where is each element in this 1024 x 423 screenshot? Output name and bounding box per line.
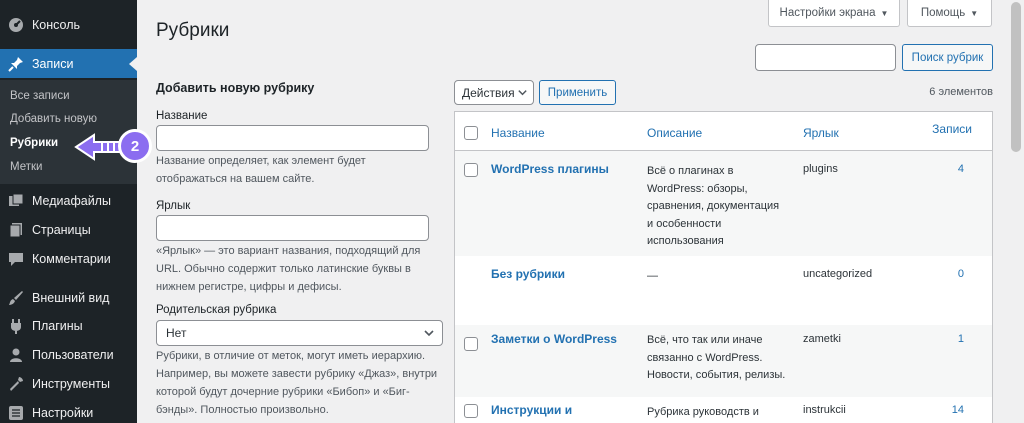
category-slug: instrukcii — [803, 404, 846, 416]
dashboard-icon — [8, 17, 24, 33]
annotation-step-badge: 2 — [118, 129, 152, 163]
column-header-count[interactable]: Записи — [932, 122, 972, 136]
category-count-link[interactable]: 14 — [952, 404, 964, 416]
slug-input[interactable] — [156, 215, 429, 241]
caret-down-icon: ▼ — [970, 8, 979, 18]
table-row: Заметки о WordPress Всё, что так или ина… — [455, 325, 992, 397]
menu-item-label: Внешний вид — [32, 290, 110, 305]
name-description: Название определяет, как элемент будет о… — [156, 155, 366, 185]
bulk-actions-value: Действия — [462, 85, 515, 100]
category-slug: uncategorized — [803, 268, 873, 280]
submenu-categories[interactable]: Рубрики — [10, 137, 58, 149]
menu-item-label: Записи — [32, 56, 74, 71]
brush-icon — [8, 290, 24, 306]
plugin-icon — [8, 318, 24, 334]
row-checkbox[interactable] — [464, 337, 478, 351]
bulk-actions-select[interactable]: Действия — [454, 80, 534, 105]
categories-table: Название Описание Ярлык Записи WordPress… — [454, 111, 993, 423]
menu-item-posts[interactable]: Записи — [0, 49, 137, 78]
caret-down-icon: ▼ — [880, 8, 889, 18]
category-description: Всё о плагинах в WordPress: обзоры, срав… — [647, 165, 780, 247]
items-count: 6 элементов — [929, 86, 993, 98]
page-title: Рубрики — [156, 20, 230, 41]
menu-item-plugins[interactable]: Плагины — [0, 311, 137, 340]
apply-button[interactable]: Применить — [539, 80, 616, 105]
menu-item-settings[interactable]: Настройки — [0, 398, 137, 423]
submenu-tags[interactable]: Метки — [10, 161, 42, 173]
admin-sidebar: Консоль Записи Все записи Добавить новую… — [0, 0, 137, 423]
menu-item-console[interactable]: Консоль — [0, 10, 137, 39]
category-name-link[interactable]: Инструкции и — [491, 403, 572, 417]
category-description: Рубрика руководств и — [647, 406, 759, 418]
category-name-link[interactable]: Заметки о WordPress — [491, 332, 617, 346]
parent-category-label: Родительская рубрика — [156, 304, 277, 316]
menu-item-label: Пользователи — [32, 347, 114, 362]
menu-item-label: Инструменты — [32, 376, 110, 391]
category-count-link[interactable]: 4 — [958, 163, 964, 175]
column-header-slug[interactable]: Ярлык — [803, 126, 839, 140]
column-header-description[interactable]: Описание — [647, 126, 702, 140]
media-icon — [8, 193, 24, 209]
chevron-down-icon — [424, 330, 434, 337]
slug-label: Ярлык — [156, 200, 191, 212]
menu-item-comments[interactable]: Комментарии — [0, 244, 137, 273]
menu-item-label: Комментарии — [32, 251, 111, 266]
menu-item-label: Страницы — [32, 222, 91, 237]
scrollbar-thumb[interactable] — [1011, 2, 1021, 152]
category-count-link[interactable]: 1 — [958, 333, 964, 345]
screen-options-button[interactable]: Настройки экрана ▼ — [768, 0, 900, 27]
row-checkbox[interactable] — [464, 404, 478, 418]
select-all-checkbox[interactable] — [464, 126, 478, 140]
pages-icon — [8, 222, 24, 238]
column-header-name[interactable]: Название — [491, 126, 545, 140]
table-row: WordPress плагины Всё о плагинах в WordP… — [455, 151, 992, 256]
category-name-link[interactable]: Без рубрики — [491, 267, 565, 281]
search-categories-button[interactable]: Поиск рубрик — [902, 44, 993, 71]
category-slug: plugins — [803, 163, 838, 175]
submenu-add-new[interactable]: Добавить новую — [10, 113, 97, 125]
name-input[interactable] — [156, 125, 429, 151]
chevron-down-icon — [518, 90, 527, 96]
category-description: Всё, что так или иначе связанно с WordPr… — [647, 334, 786, 381]
wrench-icon — [8, 376, 24, 392]
slug-description: «Ярлык» — это вариант названия, подходящ… — [156, 245, 421, 293]
submenu-all-posts[interactable]: Все записи — [10, 90, 70, 102]
menu-item-label: Медиафайлы — [32, 193, 111, 208]
menu-item-media[interactable]: Медиафайлы — [0, 186, 137, 215]
category-count-link[interactable]: 0 — [958, 268, 964, 280]
category-description: — — [647, 270, 658, 282]
row-checkbox[interactable] — [464, 163, 478, 177]
settings-icon — [8, 405, 24, 421]
users-icon — [8, 347, 24, 363]
menu-item-tools[interactable]: Инструменты — [0, 369, 137, 398]
menu-item-appearance[interactable]: Внешний вид — [0, 283, 137, 312]
parent-category-description: Рубрики, в отличие от меток, могут иметь… — [156, 350, 438, 416]
menu-item-pages[interactable]: Страницы — [0, 215, 137, 244]
menu-item-users[interactable]: Пользователи — [0, 340, 137, 369]
table-row: Инструкции и Рубрика руководств и instru… — [455, 397, 992, 423]
menu-item-label: Плагины — [32, 318, 83, 333]
parent-category-value: Нет — [166, 326, 187, 340]
parent-category-select[interactable]: Нет — [156, 320, 443, 346]
help-label: Помощь — [920, 7, 966, 19]
search-categories-input[interactable] — [755, 44, 896, 71]
add-category-heading: Добавить новую рубрику — [156, 81, 315, 95]
table-row: Без рубрики — uncategorized 0 — [455, 256, 992, 325]
screen-options-label: Настройки экрана — [779, 7, 876, 19]
comment-icon — [8, 251, 24, 267]
menu-item-label: Настройки — [32, 405, 94, 420]
category-slug: zametki — [803, 333, 841, 345]
help-button[interactable]: Помощь ▼ — [907, 0, 992, 27]
menu-item-label: Консоль — [32, 17, 81, 32]
name-label: Название — [156, 110, 208, 122]
pin-icon — [8, 56, 24, 72]
category-name-link[interactable]: WordPress плагины — [491, 162, 609, 176]
